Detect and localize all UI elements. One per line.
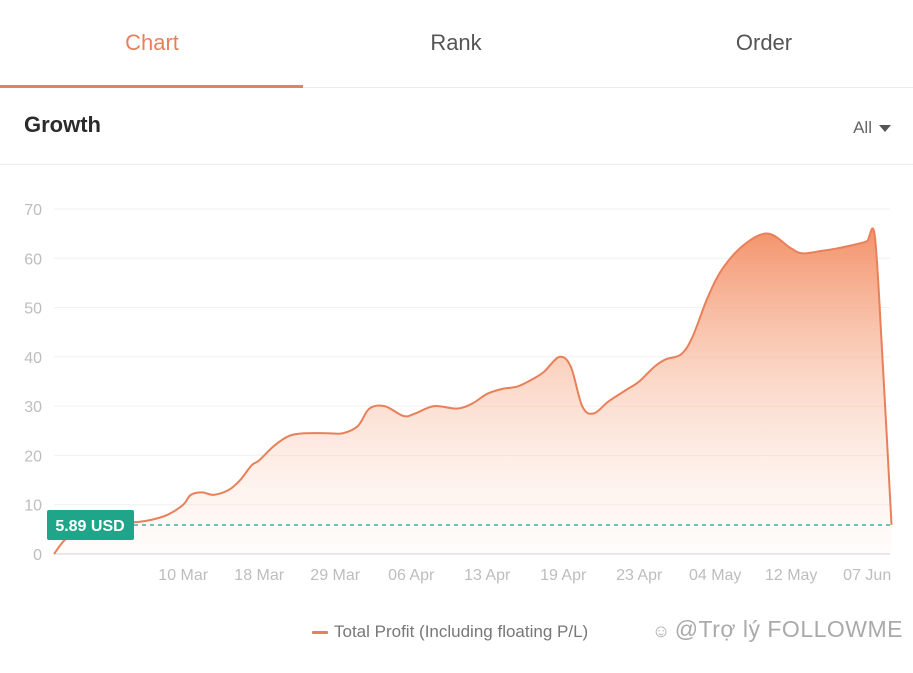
legend-label: Total Profit (Including floating P/L)	[334, 622, 589, 641]
y-tick-label: 50	[24, 301, 42, 318]
x-tick-label: 07 Jun	[843, 567, 891, 584]
watermark: ☺ @Trợ lý FOLLOWME	[652, 616, 903, 643]
x-tick-label: 29 Mar	[310, 567, 360, 584]
y-tick-label: 40	[24, 350, 42, 367]
reference-label-text: 5.89 USD	[55, 518, 124, 535]
reference-label: 5.89 USD	[47, 509, 134, 540]
y-tick-label: 10	[24, 498, 42, 515]
tab-order[interactable]: Order	[612, 0, 913, 86]
x-tick-label: 13 Apr	[464, 567, 511, 584]
legend-swatch	[312, 630, 328, 634]
wechat-icon: ☺	[651, 621, 671, 641]
growth-chart: 0 10 20 30 40 50 60 70 10 Mar 18 Mar 29 Mar 06 Apr…	[24, 202, 893, 584]
x-tick-label: 19 Apr	[540, 567, 587, 584]
chart-legend[interactable]: Total Profit (Including floating P/L)	[312, 622, 588, 642]
tab-bar: Chart Rank Order	[0, 0, 913, 88]
y-tick-label: 0	[33, 547, 42, 564]
x-tick-label: 18 Mar	[234, 567, 284, 584]
y-tick-label: 30	[24, 399, 42, 416]
x-tick-label: 06 Apr	[388, 567, 435, 584]
x-tick-label: 04 May	[689, 567, 741, 584]
caret-down-icon	[879, 124, 891, 132]
range-filter-label: All	[853, 118, 872, 137]
x-tick-label: 23 Apr	[616, 567, 663, 584]
y-tick-label: 70	[24, 202, 42, 219]
watermark-text: @Trợ lý FOLLOWME	[674, 616, 903, 642]
range-filter-dropdown[interactable]: All	[853, 118, 891, 138]
tab-chart[interactable]: Chart	[0, 0, 304, 86]
section-header: Growth All	[0, 88, 913, 165]
y-tick-label: 60	[24, 251, 42, 268]
tab-rank[interactable]: Rank	[304, 0, 608, 86]
x-tick-label: 12 May	[765, 567, 817, 584]
section-title: Growth	[24, 112, 101, 137]
x-tick-label: 10 Mar	[158, 567, 208, 584]
y-tick-label: 20	[24, 448, 42, 465]
